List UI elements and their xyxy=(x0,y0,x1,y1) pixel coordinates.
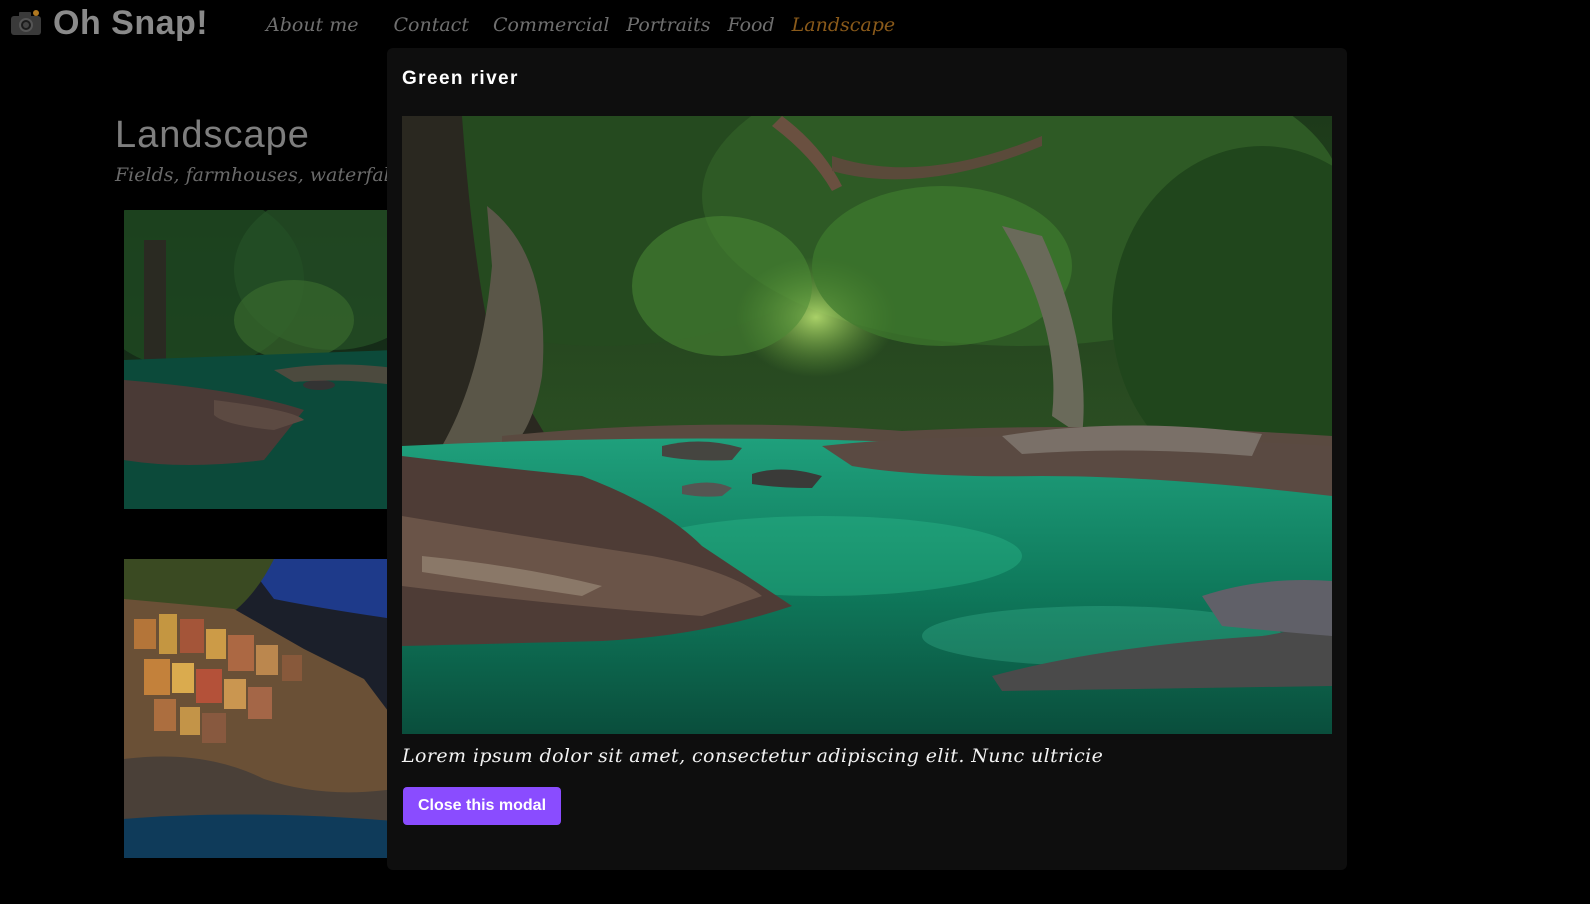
modal-photo-green-river xyxy=(402,116,1332,734)
nav-link-commercial[interactable]: Commercial xyxy=(493,14,609,36)
nav-link-landscape[interactable]: Landscape xyxy=(792,14,895,36)
main-nav: About me Contact Commercial Portraits Fo… xyxy=(266,14,912,36)
brand[interactable]: Oh Snap! xyxy=(9,4,208,42)
gallery-thumbnail-river[interactable] xyxy=(124,210,394,509)
gallery-thumbnail-village[interactable] xyxy=(124,559,394,858)
camera-icon xyxy=(9,9,43,37)
modal-caption: Lorem ipsum dolor sit amet, consectetur … xyxy=(402,745,1104,767)
modal-title: Green river xyxy=(402,68,519,89)
nav-link-about[interactable]: About me xyxy=(266,14,359,36)
close-modal-button[interactable]: Close this modal xyxy=(403,787,561,825)
nav-link-food[interactable]: Food xyxy=(727,14,774,36)
image-modal: Green river Lorem ipsum dolor sit amet, … xyxy=(387,48,1347,870)
brand-name: Oh Snap! xyxy=(53,3,209,42)
nav-link-portraits[interactable]: Portraits xyxy=(626,14,710,36)
section-subtitle: Fields, farmhouses, waterfalls, xyxy=(115,164,412,186)
section-title: Landscape xyxy=(115,114,310,156)
nav-link-contact[interactable]: Contact xyxy=(394,14,469,36)
